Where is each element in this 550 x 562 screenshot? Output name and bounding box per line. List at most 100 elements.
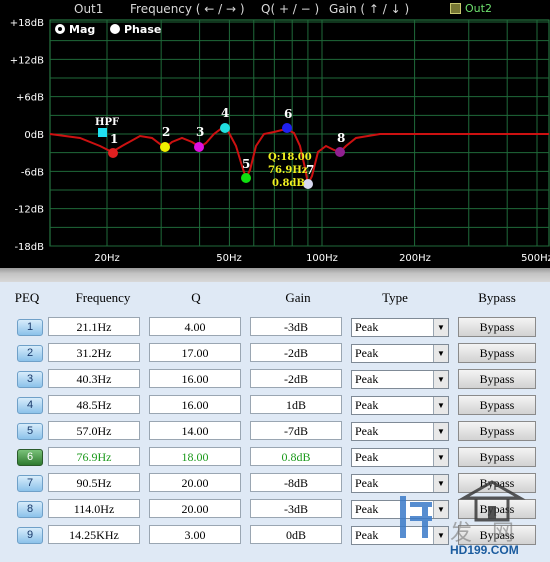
type-select-value: Peak	[355, 450, 379, 464]
q-field[interactable]: 16.00	[149, 369, 241, 388]
y-axis-label: -18dB	[14, 242, 44, 253]
y-axis-label: 0dB	[24, 130, 44, 141]
q-field[interactable]: 4.00	[149, 317, 241, 336]
chevron-down-icon[interactable]: ▼	[433, 449, 448, 466]
frequency-column-header: Frequency	[75, 290, 131, 305]
output-1-label: Out1	[74, 2, 104, 16]
eq-band-marker[interactable]	[160, 142, 170, 152]
peq-band-button[interactable]: 3	[17, 371, 43, 388]
gain-field[interactable]: 0dB	[250, 525, 342, 544]
hpf-marker[interactable]	[98, 128, 107, 137]
gain-field[interactable]: -8dB	[250, 473, 342, 492]
chevron-down-icon[interactable]: ▼	[433, 423, 448, 440]
q-field[interactable]: 3.00	[149, 525, 241, 544]
q-field[interactable]: 14.00	[149, 421, 241, 440]
eq-band-marker[interactable]	[335, 147, 345, 157]
peq-column-header: PEQ	[14, 290, 40, 305]
bypass-button[interactable]: Bypass	[458, 369, 536, 389]
gain-column-header: Gain	[285, 290, 311, 305]
peq-row: 3 40.3Hz 16.00 -2dB Peak ▼ Bypass	[0, 367, 550, 393]
band-tooltip-text: Q:18.00	[268, 152, 312, 163]
peq-band-button[interactable]: 6	[17, 449, 43, 466]
panel-divider[interactable]	[0, 268, 550, 282]
peq-row: 4 48.5Hz 16.00 1dB Peak ▼ Bypass	[0, 393, 550, 419]
y-axis-label: -6dB	[21, 167, 44, 178]
peq-band-button[interactable]: 1	[17, 319, 43, 336]
type-column-header: Type	[382, 290, 408, 305]
q-field[interactable]: 16.00	[149, 395, 241, 414]
eq-response-plot[interactable]: +18dB +12dB +6dB 0dB -6dB -12dB -18dB 20Hz 50Hz 1…	[0, 0, 550, 268]
type-select[interactable]: Peak ▼	[351, 422, 449, 441]
chevron-down-icon[interactable]: ▼	[433, 371, 448, 388]
phase-radio[interactable]: Phase	[110, 22, 161, 36]
peq-band-button[interactable]: 4	[17, 397, 43, 414]
peq-row: 5 57.0Hz 14.00 -7dB Peak ▼ Bypass	[0, 419, 550, 445]
peq-band-button[interactable]: 5	[17, 423, 43, 440]
bypass-button[interactable]: Bypass	[458, 343, 536, 363]
q-field[interactable]: 20.00	[149, 499, 241, 518]
eq-graph-panel[interactable]: +18dB +12dB +6dB 0dB -6dB -12dB -18dB 20Hz 50Hz 1…	[0, 0, 550, 268]
peq-band-button[interactable]: 7	[17, 475, 43, 492]
chevron-down-icon[interactable]: ▼	[433, 397, 448, 414]
type-select[interactable]: Peak ▼	[351, 396, 449, 415]
bypass-button[interactable]: Bypass	[458, 317, 536, 337]
band-tooltip-text: 76.9Hz	[268, 165, 308, 176]
gain-key-hint: Gain ( ↑ / ↓ )	[329, 2, 410, 16]
frequency-field[interactable]: 90.5Hz	[48, 473, 140, 492]
eq-band-marker[interactable]	[108, 148, 118, 158]
x-axis-label: 500Hz	[521, 253, 550, 264]
gain-field[interactable]: -3dB	[250, 317, 342, 336]
eq-band-marker[interactable]	[282, 123, 292, 133]
gain-field[interactable]: 1dB	[250, 395, 342, 414]
y-axis-label: +6dB	[16, 93, 44, 104]
peq-band-button[interactable]: 8	[17, 501, 43, 518]
type-select[interactable]: Peak ▼	[351, 448, 449, 467]
type-select-value: Peak	[355, 320, 379, 334]
gain-field[interactable]: 0.8dB	[250, 447, 342, 466]
type-select[interactable]: Peak ▼	[351, 344, 449, 363]
hpf-label: HPF	[95, 117, 119, 128]
frequency-field[interactable]: 76.9Hz	[48, 447, 140, 466]
type-select-value: Peak	[355, 502, 379, 516]
frequency-field[interactable]: 31.2Hz	[48, 343, 140, 362]
frequency-field[interactable]: 57.0Hz	[48, 421, 140, 440]
frequency-field[interactable]: 48.5Hz	[48, 395, 140, 414]
gain-field[interactable]: -2dB	[250, 343, 342, 362]
bypass-button[interactable]: Bypass	[458, 447, 536, 467]
eq-band-label: 1	[110, 132, 118, 146]
peq-band-button[interactable]: 2	[17, 345, 43, 362]
x-axis-label: 20Hz	[94, 253, 120, 264]
mag-radio[interactable]: Mag	[55, 22, 95, 36]
eq-band-label: 8	[337, 131, 345, 145]
band-tooltip-text: 0.8dB	[272, 178, 305, 189]
peq-band-button[interactable]: 9	[17, 527, 43, 544]
q-field[interactable]: 18.00	[149, 447, 241, 466]
gain-field[interactable]: -3dB	[250, 499, 342, 518]
q-field[interactable]: 20.00	[149, 473, 241, 492]
output-2-toggle[interactable]: Out2	[450, 2, 492, 15]
chevron-down-icon[interactable]: ▼	[433, 345, 448, 362]
output-2-label: Out2	[465, 2, 492, 15]
eq-band-marker[interactable]	[220, 123, 230, 133]
type-select[interactable]: Peak ▼	[351, 318, 449, 337]
eq-band-label: 5	[242, 157, 250, 171]
gain-field[interactable]: -2dB	[250, 369, 342, 388]
phase-radio-icon[interactable]	[110, 24, 120, 34]
frequency-field[interactable]: 21.1Hz	[48, 317, 140, 336]
eq-band-marker[interactable]	[241, 173, 251, 183]
bypass-button[interactable]: Bypass	[458, 395, 536, 415]
q-key-hint: Q( + / − )	[261, 2, 320, 16]
frequency-field[interactable]: 14.25KHz	[48, 525, 140, 544]
chevron-down-icon[interactable]: ▼	[433, 319, 448, 336]
frequency-field[interactable]: 40.3Hz	[48, 369, 140, 388]
eq-band-marker[interactable]	[194, 142, 204, 152]
mag-radio-icon[interactable]	[55, 24, 65, 34]
gain-field[interactable]: -7dB	[250, 421, 342, 440]
output-2-checkbox[interactable]	[450, 3, 461, 14]
q-field[interactable]: 17.00	[149, 343, 241, 362]
bypass-button[interactable]: Bypass	[458, 421, 536, 441]
mag-radio-label: Mag	[69, 22, 96, 36]
frequency-field[interactable]: 114.0Hz	[48, 499, 140, 518]
type-select[interactable]: Peak ▼	[351, 370, 449, 389]
eq-band-label: 3	[196, 125, 204, 139]
